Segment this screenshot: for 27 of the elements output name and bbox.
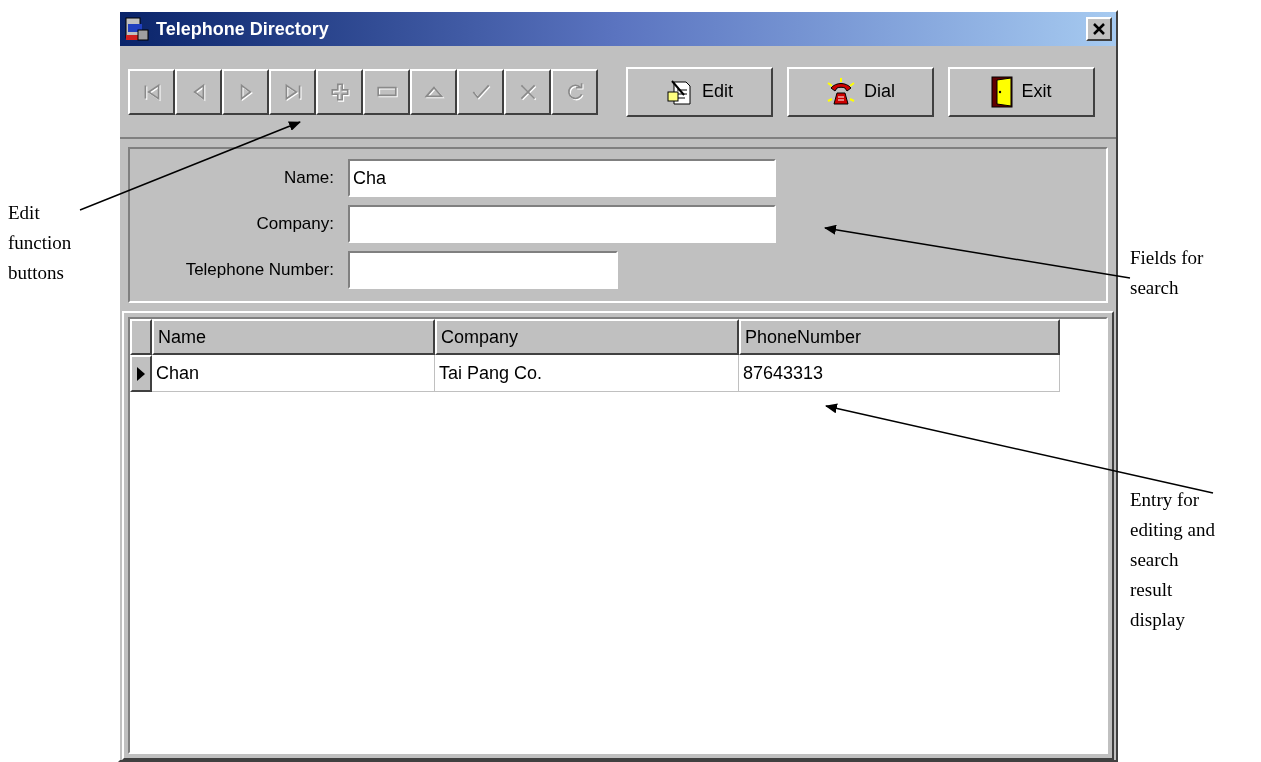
table-cell: Chan: [152, 355, 435, 392]
edit-button[interactable]: Edit: [626, 66, 773, 117]
annotation-text: Entry for editing and search result display: [1130, 488, 1216, 632]
field-label: Company:: [255, 213, 335, 236]
current-row-icon: [136, 365, 146, 382]
close-button[interactable]: [1086, 17, 1112, 41]
annotation-text: Edit function buttons: [8, 201, 73, 285]
table-cell: 87643313: [739, 355, 1060, 392]
exit-button[interactable]: Exit: [948, 66, 1095, 117]
plus-icon: [328, 80, 351, 103]
dial-button[interactable]: Dial: [787, 66, 934, 117]
search-field[interactable]: Cha: [348, 159, 776, 197]
table-cell: Tai Pang Co.: [435, 355, 739, 392]
field-label: Telephone Number:: [184, 259, 335, 282]
window-title: Telephone Directory: [156, 17, 330, 41]
column-header[interactable]: PhoneNumber: [739, 319, 1060, 355]
app-icon: [124, 16, 150, 42]
search-field[interactable]: [348, 251, 618, 289]
field-label: Name:: [282, 167, 335, 190]
column-header[interactable]: Name: [152, 319, 435, 355]
ringing-phone-icon: [826, 76, 856, 107]
door-icon: [991, 75, 1014, 108]
close-icon: [1092, 22, 1106, 36]
column-header[interactable]: Company: [435, 319, 739, 355]
search-field[interactable]: [348, 205, 776, 243]
row-indicator[interactable]: [130, 355, 152, 392]
annotation-text: Fields for search: [1130, 246, 1205, 300]
